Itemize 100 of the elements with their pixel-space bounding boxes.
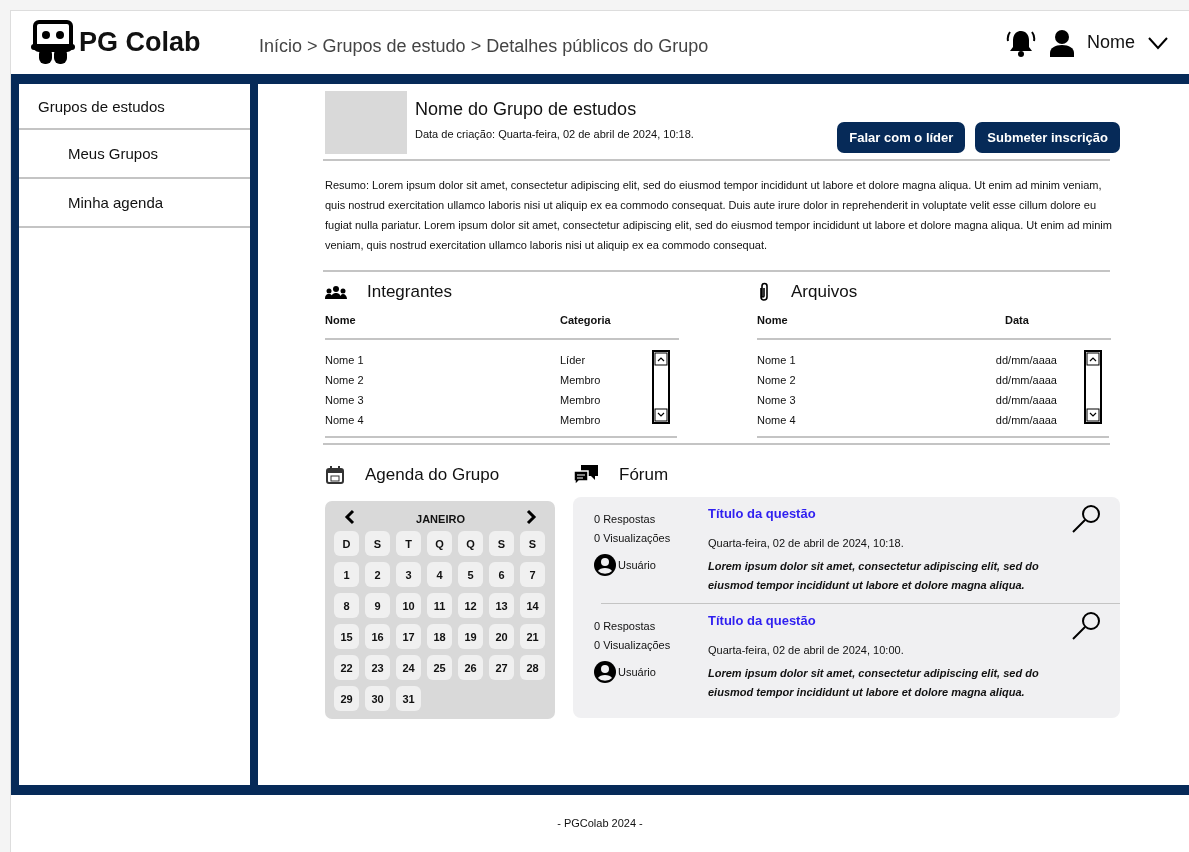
user-name: Usuário — [618, 559, 656, 571]
chat-icon — [573, 464, 599, 486]
table-cell-text: Nome 2 — [757, 374, 797, 386]
calendar-day[interactable]: 17 — [396, 624, 421, 649]
table-cell-text: Nome 3 — [757, 394, 797, 406]
table-cell-text: Nome 3 — [325, 394, 365, 406]
weekday-label: D — [334, 531, 359, 556]
calendar-day[interactable]: 11 — [427, 593, 452, 618]
action-button[interactable]: Falar com o líder — [837, 122, 966, 153]
table-cell-text: dd/mm/aaaa — [994, 374, 1057, 386]
table-cell-text: Líder — [560, 354, 587, 366]
section-title: Fórum — [619, 465, 669, 485]
calendar-day[interactable]: 15 — [334, 624, 359, 649]
calendar-day[interactable]: 31 — [396, 686, 421, 711]
calendar-day[interactable]: 14 — [520, 593, 545, 618]
calendar-day[interactable]: 3 — [396, 562, 421, 587]
table-cell-text: Membro — [560, 414, 602, 426]
sidebar-item[interactable]: Meus Grupos — [19, 130, 250, 179]
section-title: Arquivos — [791, 282, 858, 302]
weekday-label: Q — [458, 531, 483, 556]
post-date: Quarta-feira, 02 de abril de 2024, 10:00. — [708, 644, 905, 656]
calendar-day[interactable]: 18 — [427, 624, 452, 649]
table-cell-text: Nome 1 — [757, 354, 797, 366]
footer-text: - PGColab 2024 - — [556, 816, 644, 829]
section-title: Integrantes — [367, 282, 453, 302]
calendar-day[interactable]: 19 — [458, 624, 483, 649]
table-cell-text: dd/mm/aaaa — [994, 394, 1057, 406]
post-excerpt: Lorem ipsum dolor sit amet, consectetur adipiscing elit, sed do eiusmod tempor incididunt ut labore et dolore magna aliqua. — [708, 559, 1040, 593]
calendar-day[interactable]: 23 — [365, 655, 390, 680]
section-title: Agenda do Grupo — [365, 465, 500, 485]
table-cell-text: dd/mm/aaaa — [994, 414, 1057, 426]
weekday-label: S — [365, 531, 390, 556]
group-name: Nome do Grupo de estudos — [415, 99, 638, 120]
calendar-day[interactable]: 29 — [334, 686, 359, 711]
user-name: Usuário — [618, 666, 656, 678]
calendar-day[interactable]: 13 — [489, 593, 514, 618]
action-button[interactable]: Submeter inscrição — [975, 122, 1120, 153]
column-header: Nome — [757, 314, 789, 326]
column-header: Nome — [325, 314, 357, 326]
breadcrumb[interactable]: Início > Grupos de estudo > Detalhes públicos do Grupo — [259, 36, 709, 57]
calendar-day[interactable]: 4 — [427, 562, 452, 587]
weekday-label: T — [396, 531, 421, 556]
table-cell-text: Nome 4 — [325, 414, 365, 426]
table-cell-text: Nome 2 — [325, 374, 365, 386]
weekday-label: S — [520, 531, 545, 556]
summary-text: Resumo: Lorem ipsum dolor sit amet, consectetur adipiscing elit, sed do eiusmod tempor incididunt ut labore et dolore magna aliqua. Ut enim ad minim veniam, quis nostrud exercitation ullamco laboris nisi ut aliquip ex ea commodo consequat. Duis aute irure dolor in reprehenderit in voluptate velit esse cillum dolore eu fugiat nulla pariatur. Lorem ipsum dolor sit amet, consectetur adipiscing elit, sed do eiusmod tempor incididunt ut labore et dolore magna aliqua. Ut enim ad minim veniam, quis nostrud exercitation ullamco laboris nisi ut aliquip ex ea commodo consequat. — [325, 178, 1113, 253]
paperclip-icon — [757, 282, 771, 302]
avatar-icon — [594, 554, 616, 576]
calendar-day[interactable]: 22 — [334, 655, 359, 680]
table-cell-text: Membro — [560, 374, 602, 386]
question-title[interactable]: Título da questão — [708, 503, 1070, 521]
calendar-day[interactable]: 26 — [458, 655, 483, 680]
chevron-down-icon[interactable] — [1147, 35, 1169, 50]
table-cell-text: Nome 1 — [325, 354, 365, 366]
calendar-day[interactable]: 5 — [458, 562, 483, 587]
next-month-icon[interactable] — [525, 509, 537, 525]
views-count: 0 Visualizações — [594, 639, 672, 651]
people-icon — [325, 285, 347, 299]
calendar-day[interactable]: 10 — [396, 593, 421, 618]
calendar-day[interactable]: 25 — [427, 655, 452, 680]
sidebar-item[interactable]: Minha agenda — [19, 179, 250, 228]
weekday-label: Q — [427, 531, 452, 556]
calendar-day[interactable]: 6 — [489, 562, 514, 587]
avatar-icon — [594, 661, 616, 683]
table-cell-text: Membro — [560, 394, 602, 406]
sidebar-item[interactable]: Grupos de estudos — [19, 84, 250, 130]
user-name[interactable]: Nome — [1087, 32, 1135, 53]
answers-count: 0 Respostas — [594, 513, 657, 525]
calendar-day[interactable]: 30 — [365, 686, 390, 711]
creation-date: Data de criação: Quarta-feira, 02 de abril de 2024, 10:18. — [415, 128, 695, 140]
calendar-day[interactable]: 16 — [365, 624, 390, 649]
calendar-day[interactable]: 9 — [365, 593, 390, 618]
table-cell-text: dd/mm/aaaa — [994, 354, 1057, 366]
calendar-day[interactable]: 1 — [334, 562, 359, 587]
column-header: Categoria — [560, 314, 612, 326]
column-header: Data — [1004, 314, 1030, 326]
calendar-day[interactable]: 8 — [334, 593, 359, 618]
calendar-icon — [325, 465, 345, 485]
calendar-day[interactable]: 20 — [489, 624, 514, 649]
calendar-day[interactable]: 27 — [489, 655, 514, 680]
calendar-day[interactable]: 21 — [520, 624, 545, 649]
calendar-day[interactable]: 12 — [458, 593, 483, 618]
post-date: Quarta-feira, 02 de abril de 2024, 10:18. — [708, 537, 905, 549]
search-icon[interactable] — [1070, 503, 1102, 535]
month-label: JANEIRO — [416, 513, 465, 525]
scrollbar[interactable] — [1084, 350, 1102, 424]
views-count: 0 Visualizações — [594, 532, 672, 544]
calendar-day[interactable]: 28 — [520, 655, 545, 680]
answers-count: 0 Respostas — [594, 620, 657, 632]
search-icon[interactable] — [1070, 610, 1102, 642]
calendar-day[interactable]: 7 — [520, 562, 545, 587]
calendar-day[interactable]: 2 — [365, 562, 390, 587]
question-title[interactable]: Título da questão — [708, 610, 1070, 628]
calendar-day[interactable]: 24 — [396, 655, 421, 680]
logo-icon — [31, 19, 77, 66]
post-excerpt: Lorem ipsum dolor sit amet, consectetur adipiscing elit, sed do eiusmod tempor incididunt ut labore et dolore magna aliqua. — [708, 666, 1040, 700]
previous-month-icon[interactable] — [344, 509, 356, 525]
scrollbar[interactable] — [652, 350, 670, 424]
user-icon[interactable] — [1049, 28, 1075, 57]
table-cell-text: Nome 4 — [757, 414, 797, 426]
